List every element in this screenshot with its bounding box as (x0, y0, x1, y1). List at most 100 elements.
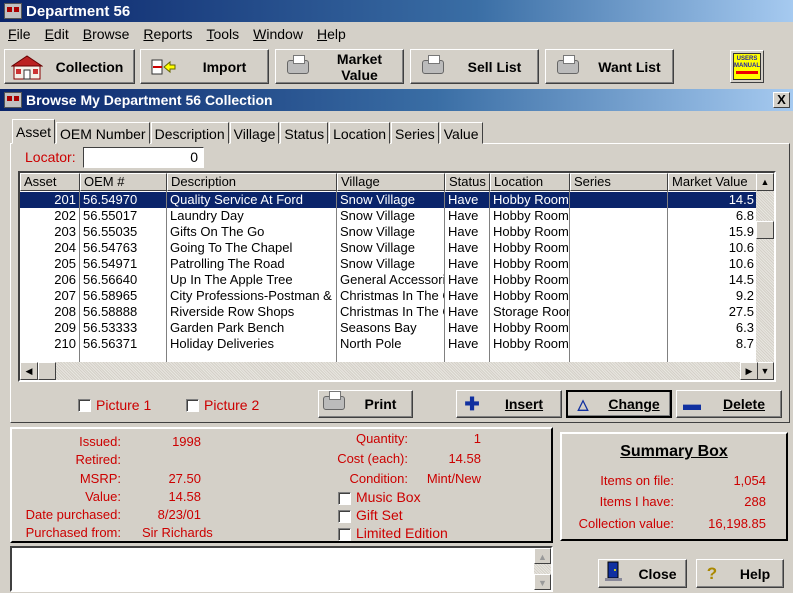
collection-grid: Asset OEM # Description Village Status Locati… (18, 171, 776, 382)
table-row[interactable]: 209 56.53333 Garden Park Bench Seasons Bay H… (20, 320, 758, 336)
checkbox-icon[interactable] (186, 398, 199, 412)
table-row[interactable]: 207 56.58965 City Professions-Postman & Chr… (20, 288, 758, 304)
checkbox-icon[interactable] (338, 509, 351, 523)
cell-series (570, 224, 668, 240)
vertical-scrollbar[interactable]: ▲ (756, 173, 774, 364)
column-header-asset[interactable]: Asset (20, 173, 80, 191)
change-button[interactable]: △ Change (566, 390, 672, 418)
notes-scrollbar[interactable]: ▲ ▼ (534, 548, 551, 590)
cell-status: Have (445, 336, 490, 352)
close-window-button[interactable]: X (773, 92, 790, 108)
table-row[interactable]: 205 56.54971 Patrolling The Road Snow Villa… (20, 256, 758, 272)
scroll-down-button[interactable]: ▼ (534, 574, 551, 590)
column-header-description[interactable]: Description (167, 173, 337, 191)
column-header-status[interactable]: Status (445, 173, 490, 191)
checkbox-icon[interactable] (338, 527, 351, 541)
tab-description[interactable]: Description (150, 122, 229, 144)
cell-oem: 56.55035 (80, 224, 167, 240)
table-row[interactable]: 203 56.55035 Gifts On The Go Snow Village Ha… (20, 224, 758, 240)
tab-village[interactable]: Village (229, 122, 280, 144)
column-header-market-value[interactable]: Market Value (668, 173, 758, 191)
collection-button[interactable]: Collection (4, 49, 135, 84)
cell-series (570, 304, 668, 320)
cell-asset: 203 (20, 224, 80, 240)
hscroll-thumb[interactable] (38, 362, 56, 380)
items-i-have-label: Items I have: (599, 494, 674, 509)
cell-series (570, 240, 668, 256)
insert-button[interactable]: ✚ Insert (456, 390, 562, 418)
tab-oem-number[interactable]: OEM Number (56, 122, 150, 144)
menu-file[interactable]: File (8, 26, 31, 42)
cell-asset: 210 (20, 336, 80, 352)
cell-description: Patrolling The Road (167, 256, 337, 272)
import-button[interactable]: Import (140, 49, 269, 84)
cell-village: Snow Village (337, 240, 445, 256)
cell-asset: 208 (20, 304, 80, 320)
menu-help[interactable]: Help (317, 26, 346, 42)
table-row[interactable]: 206 56.56640 Up In The Apple Tree General A… (20, 272, 758, 288)
cell-status: Have (445, 320, 490, 336)
print-button[interactable]: Print (318, 390, 413, 418)
picture-2-checkbox[interactable]: Picture 2 (186, 397, 259, 413)
cost-label: Cost (each): (337, 451, 408, 466)
music-box-checkbox[interactable]: Music Box (338, 489, 421, 505)
table-row[interactable]: 210 56.56371 Holiday Deliveries North Pole H… (20, 336, 758, 352)
users-manual-button[interactable]: USERS MANUAL (730, 50, 764, 83)
item-details-panel: Issued: 1998 Retired: MSRP: 27.50 Value:… (10, 427, 553, 543)
horizontal-scrollbar[interactable]: ◀ ▶ (20, 362, 758, 380)
menu-tools[interactable]: Tools (206, 26, 239, 42)
delete-button[interactable]: ▬ Delete (676, 390, 782, 418)
checkbox-icon[interactable] (338, 491, 351, 505)
table-row[interactable]: 202 56.55017 Laundry Day Snow Village Have Ho… (20, 208, 758, 224)
cell-market-value: 14.5 (668, 272, 758, 288)
locator-input[interactable]: 0 (83, 147, 204, 168)
tab-location[interactable]: Location (329, 122, 391, 144)
tab-status[interactable]: Status (280, 122, 329, 144)
app-titlebar: Department 56 (0, 0, 793, 22)
cell-status: Have (445, 272, 490, 288)
column-header-series[interactable]: Series (570, 173, 668, 191)
column-header-location[interactable]: Location (490, 173, 570, 191)
scroll-thumb[interactable] (756, 221, 774, 239)
cell-status: Have (445, 256, 490, 272)
column-header-oem[interactable]: OEM # (80, 173, 167, 191)
scroll-right-button[interactable]: ▶ (740, 362, 758, 380)
tab-asset[interactable]: Asset (12, 119, 56, 144)
menu-window[interactable]: Window (253, 26, 303, 42)
scroll-left-button[interactable]: ◀ (20, 362, 38, 380)
cell-oem: 56.53333 (80, 320, 167, 336)
gift-set-checkbox[interactable]: Gift Set (338, 507, 403, 523)
market-value-button[interactable]: Market Value (275, 49, 404, 84)
tab-series[interactable]: Series (391, 122, 439, 144)
menu-edit[interactable]: Edit (45, 26, 69, 42)
village-house-icon (4, 92, 22, 108)
summary-title: Summary Box (620, 443, 728, 460)
cell-status: Have (445, 192, 490, 208)
cell-description: Laundry Day (167, 208, 337, 224)
menu-browse[interactable]: Browse (83, 26, 130, 42)
table-row[interactable]: 201 56.54970 Quality Service At Ford Snow V… (20, 191, 759, 209)
table-row[interactable]: 208 56.58888 Riverside Row Shops Christmas … (20, 304, 758, 320)
limited-edition-checkbox[interactable]: Limited Edition (338, 525, 448, 541)
checkbox-icon[interactable] (78, 398, 91, 412)
cell-market-value: 6.3 (668, 320, 758, 336)
collection-value-label: Collection value: (578, 516, 674, 531)
users-manual-icon: USERS MANUAL (733, 53, 761, 80)
scroll-down-button[interactable]: ▼ (756, 362, 774, 380)
scroll-up-button[interactable]: ▲ (756, 173, 774, 191)
sell-list-button[interactable]: Sell List (410, 49, 539, 84)
notes-textarea[interactable]: ▲ ▼ (10, 546, 553, 592)
column-header-village[interactable]: Village (337, 173, 445, 191)
close-button[interactable]: Close (598, 559, 687, 588)
table-row[interactable]: 204 56.54763 Going To The Chapel Snow Villa… (20, 240, 758, 256)
want-list-button[interactable]: Want List (545, 49, 674, 84)
door-icon (599, 560, 629, 587)
cell-location: Hobby Room (490, 256, 570, 272)
tab-value[interactable]: Value (439, 122, 483, 144)
menu-reports[interactable]: Reports (143, 26, 192, 42)
help-button[interactable]: ? Help (696, 559, 784, 588)
scroll-up-button[interactable]: ▲ (534, 548, 551, 564)
picture-1-checkbox[interactable]: Picture 1 (78, 397, 151, 413)
condition-value: Mint/New (426, 471, 481, 486)
quantity-value: 1 (473, 431, 481, 446)
